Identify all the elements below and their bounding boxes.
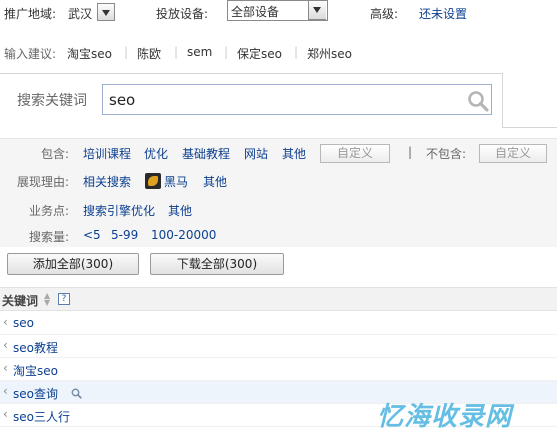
keyword-table-header: 关键词 ▲ ▼ ? xyxy=(0,287,557,311)
device-select[interactable]: 全部设备 xyxy=(227,0,328,21)
divider: | xyxy=(224,45,229,59)
include-option[interactable]: 其他 xyxy=(282,145,306,162)
chevron-down-icon xyxy=(102,10,110,16)
search-icon[interactable] xyxy=(467,90,489,112)
divider: | xyxy=(408,145,413,159)
suggestion-item[interactable]: 淘宝seo xyxy=(67,45,112,62)
volume-option[interactable]: 100-20000 xyxy=(151,228,216,242)
divider: | xyxy=(124,45,129,59)
reason-filter-row: 展现理由: 相关搜索 黑马 其他 xyxy=(0,173,557,195)
exclude-custom-button[interactable]: 自定义 xyxy=(479,144,547,163)
chevron-left-icon[interactable]: ‹ xyxy=(3,361,8,375)
search-label: 搜索关键词 xyxy=(17,93,87,109)
business-filter-row: 业务点: 搜索引擎优化 其他 xyxy=(0,202,557,224)
suggestion-item[interactable]: sem xyxy=(187,45,212,59)
keyword-link[interactable]: 淘宝seo xyxy=(13,362,58,379)
region-label: 推广地域: xyxy=(4,7,57,21)
region-value[interactable]: 武汉 xyxy=(68,5,92,22)
reason-option[interactable]: 相关搜索 xyxy=(83,173,131,190)
advanced-link[interactable]: 还未设置 xyxy=(419,5,467,22)
download-all-button[interactable]: 下载全部(300) xyxy=(150,253,284,275)
suggestions-label: 输入建议: xyxy=(4,47,57,61)
reason-option[interactable]: 其他 xyxy=(203,173,227,190)
include-option[interactable]: 基础教程 xyxy=(182,145,230,162)
volume-label: 搜索量: xyxy=(29,230,70,244)
divider: | xyxy=(174,45,179,59)
advanced-label: 高级: xyxy=(370,7,399,21)
business-option[interactable]: 其他 xyxy=(168,202,192,219)
include-label: 包含: xyxy=(41,147,70,161)
chevron-left-icon[interactable]: ‹ xyxy=(3,384,8,398)
include-option[interactable]: 网站 xyxy=(244,145,268,162)
divider xyxy=(503,127,557,128)
keyword-column-header[interactable]: 关键词 xyxy=(2,292,38,309)
device-value: 全部设备 xyxy=(231,5,280,19)
volume-option[interactable]: <5 xyxy=(83,228,101,242)
horse-icon xyxy=(145,173,161,189)
exclude-label: 不包含: xyxy=(426,147,467,161)
chevron-left-icon[interactable]: ‹ xyxy=(3,338,8,352)
watermark: 忆海收录网 xyxy=(377,402,513,432)
search-icon[interactable] xyxy=(71,388,82,399)
include-filter-row: 包含: 培训课程 优化 基础教程 网站 其他 自定义 | 不包含: 自定义 xyxy=(0,144,557,167)
search-input[interactable]: seo xyxy=(102,84,492,115)
chevron-left-icon[interactable]: ‹ xyxy=(3,407,8,421)
table-row[interactable]: ‹ seo xyxy=(0,312,557,335)
business-label: 业务点: xyxy=(29,204,70,218)
device-label: 投放设备: xyxy=(156,7,209,21)
suggestion-item[interactable]: 陈欧 xyxy=(137,45,161,62)
add-all-button[interactable]: 添加全部(300) xyxy=(7,253,139,275)
chevron-left-icon[interactable]: ‹ xyxy=(3,315,8,329)
keyword-link[interactable]: seo教程 xyxy=(13,339,58,356)
table-row[interactable]: ‹ 淘宝seo xyxy=(0,358,557,381)
filter-panel: 包含: 培训课程 优化 基础教程 网站 其他 自定义 | 不包含: 自定义 展现… xyxy=(0,138,557,247)
keyword-link[interactable]: seo查询 xyxy=(13,385,58,402)
search-input-value: seo xyxy=(109,91,136,109)
keyword-link[interactable]: seo三人行 xyxy=(13,408,70,425)
chevron-down-icon xyxy=(313,7,321,13)
include-option[interactable]: 培训课程 xyxy=(83,145,131,162)
help-icon[interactable]: ? xyxy=(58,293,70,305)
include-custom-button[interactable]: 自定义 xyxy=(320,144,390,163)
business-option[interactable]: 搜索引擎优化 xyxy=(83,202,155,219)
table-row[interactable]: ‹ seo教程 xyxy=(0,335,557,358)
volume-filter-row: 搜索量: <5 5-99 100-20000 xyxy=(0,228,557,250)
reason-option[interactable]: 黑马 xyxy=(164,173,188,190)
input-suggestions: 输入建议: 淘宝seo | 陈欧 | sem | 保定seo | 郑州seo xyxy=(0,42,557,64)
include-option[interactable]: 优化 xyxy=(144,145,168,162)
divider: | xyxy=(294,45,299,59)
device-dropdown-button[interactable] xyxy=(308,1,326,20)
sort-icon[interactable]: ▲ ▼ xyxy=(44,292,52,307)
suggestion-item[interactable]: 郑州seo xyxy=(307,45,352,62)
suggestion-item[interactable]: 保定seo xyxy=(237,45,282,62)
keyword-link[interactable]: seo xyxy=(13,316,34,330)
volume-option[interactable]: 5-99 xyxy=(111,228,138,242)
region-dropdown-button[interactable] xyxy=(97,3,115,21)
top-filter-bar: 推广地域: 武汉 投放设备: 全部设备 高级: 还未设置 xyxy=(0,0,557,28)
reason-label: 展现理由: xyxy=(17,175,70,189)
